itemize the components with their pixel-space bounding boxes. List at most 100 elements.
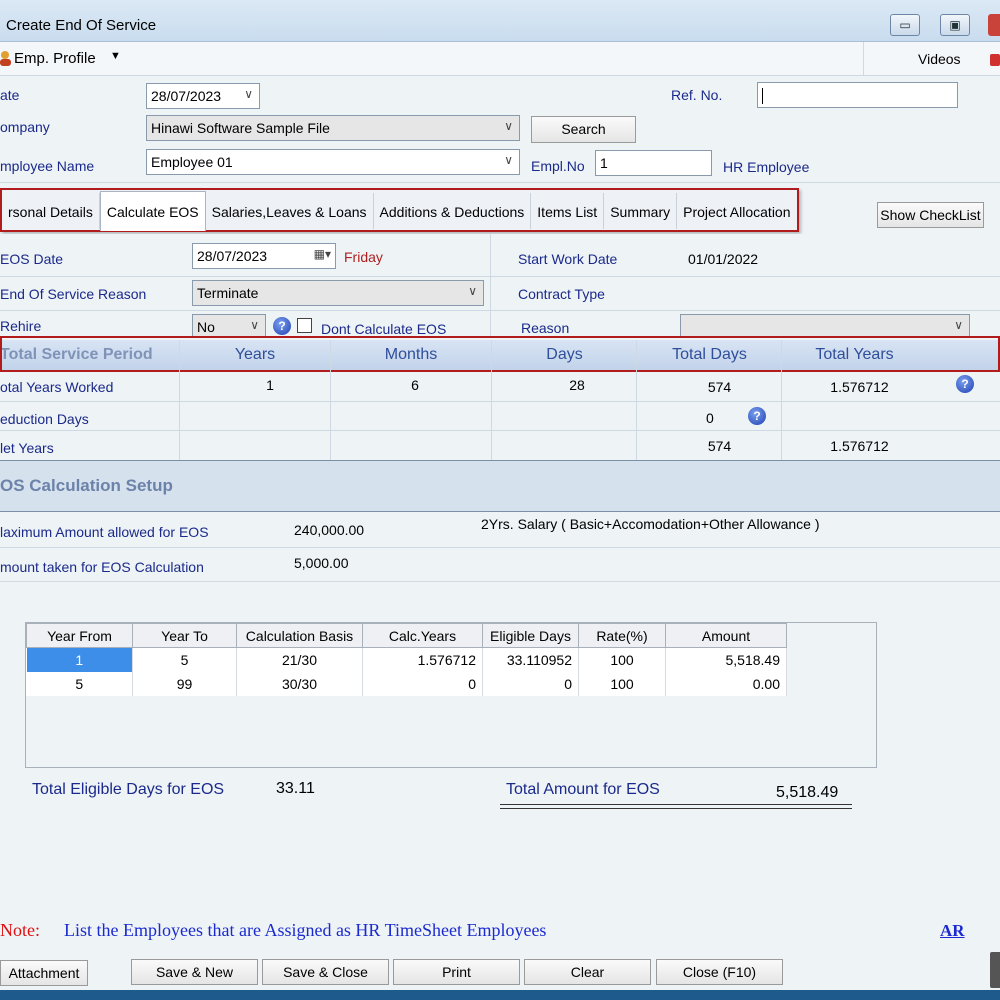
service-row-total-years: 1.576712 — [830, 438, 889, 454]
col-calc-years[interactable]: Calc.Years — [362, 623, 483, 648]
contract-type-label: Contract Type — [518, 286, 605, 302]
rehire-select[interactable]: No ∨ — [192, 314, 266, 338]
tab-project-allocation[interactable]: Project Allocation — [677, 193, 796, 229]
cell-calc-years[interactable]: 0 — [362, 671, 483, 696]
hr-employee-link[interactable]: HR Employee — [723, 159, 809, 175]
eos-date-value: 28/07/2023 — [197, 248, 268, 264]
col-rate[interactable]: Rate(%) — [578, 623, 666, 648]
reason-select[interactable]: Terminate ∨ — [192, 280, 484, 306]
emplno-label: Empl.No — [531, 158, 585, 174]
save-new-button[interactable]: Save & New — [131, 959, 258, 985]
cell-rate[interactable]: 100 — [578, 647, 666, 672]
chevron-down-icon: ∨ — [250, 318, 259, 332]
calc-table: Year From Year To Calculation Basis Calc… — [26, 623, 787, 696]
help-icon[interactable]: ? — [956, 375, 974, 393]
table-header-row: Year From Year To Calculation Basis Calc… — [26, 623, 787, 648]
total-eligible-value: 33.11 — [276, 780, 315, 797]
col-eligible-days[interactable]: Eligible Days — [482, 623, 579, 648]
tab-items-list[interactable]: Items List — [531, 193, 605, 229]
total-eligible-label: Total Eligible Days for EOS — [32, 781, 225, 798]
chevron-down-icon: ∨ — [954, 318, 963, 332]
col-calc-basis[interactable]: Calculation Basis — [236, 623, 363, 648]
service-header-highlight — [0, 336, 1000, 372]
service-row-label: let Years — [0, 440, 54, 456]
restore-button[interactable]: ▣ — [940, 14, 970, 36]
ar-link[interactable]: AR — [940, 921, 965, 941]
cell-amount[interactable]: 5,518.49 — [665, 647, 787, 672]
service-row-total-years: 1.576712 — [830, 379, 889, 395]
service-row-total-days: 0 — [706, 410, 714, 426]
save-close-button[interactable]: Save & Close — [262, 959, 389, 985]
tab-salaries-leaves-loans[interactable]: Salaries,Leaves & Loans — [206, 193, 374, 229]
emplno-input[interactable]: 1 — [595, 150, 712, 176]
ref-input[interactable] — [757, 82, 958, 108]
cell-calc-years[interactable]: 1.576712 — [362, 647, 483, 672]
attachment-button[interactable]: Attachment — [0, 960, 88, 986]
tab-bar: rsonal Details Calculate EOS Salaries,Le… — [0, 188, 799, 232]
close-f10-button[interactable]: Close (F10) — [656, 959, 783, 985]
date-field[interactable]: 28/07/2023 ∨ — [146, 83, 260, 109]
total-amount-label: Total Amount for EOS — [506, 781, 660, 798]
eos-date-field[interactable]: 28/07/2023 ▦▾ — [192, 243, 336, 269]
cell-year-to[interactable]: 99 — [132, 671, 237, 696]
table-row[interactable]: 1 5 21/30 1.576712 33.110952 100 5,518.4… — [26, 647, 787, 672]
row-divider — [0, 581, 1000, 582]
tab-personal-details[interactable]: rsonal Details — [2, 193, 100, 229]
show-checklist-button[interactable]: Show CheckList — [877, 202, 984, 228]
calculator-icon[interactable] — [990, 952, 1000, 988]
cell-calc-basis[interactable]: 30/30 — [236, 671, 363, 696]
service-row-total-days: 574 — [707, 438, 732, 454]
company-label: ompany — [0, 119, 50, 135]
max-amount-value: 240,000.00 — [294, 522, 365, 538]
rehire-label: Rehire — [0, 318, 42, 334]
cell-year-to[interactable]: 5 — [132, 647, 237, 672]
profile-icon — [0, 50, 12, 66]
video-icon — [990, 54, 1000, 66]
print-button[interactable]: Print — [393, 959, 520, 985]
search-button[interactable]: Search — [531, 116, 636, 143]
col-year-from[interactable]: Year From — [26, 623, 133, 648]
service-row-total-days: 574 — [707, 379, 732, 395]
close-window-button[interactable] — [988, 14, 1000, 36]
service-row-label: otal Years Worked — [0, 379, 114, 395]
minimize-button[interactable]: ▭ — [890, 14, 920, 36]
cell-year-from[interactable]: 5 — [26, 671, 133, 696]
videos-menu[interactable]: Videos — [918, 51, 961, 67]
max-amount-note: 2Yrs. Salary ( Basic+Accomodation+Other … — [481, 516, 820, 532]
col-amount[interactable]: Amount — [665, 623, 787, 648]
eos-day: Friday — [344, 249, 383, 265]
total-underline — [500, 804, 852, 809]
window-title: Create End Of Service — [6, 17, 157, 34]
employee-select[interactable]: Employee 01 ∨ — [146, 149, 520, 175]
total-amount-value: 5,518.49 — [776, 784, 839, 801]
date-value: 28/07/2023 — [151, 88, 222, 104]
note-text: List the Employees that are Assigned as … — [64, 920, 547, 940]
clear-button[interactable]: Clear — [524, 959, 651, 985]
cell-year-from[interactable]: 1 — [26, 647, 133, 672]
cell-amount[interactable]: 0.00 — [665, 671, 787, 696]
cell-rate[interactable]: 100 — [578, 671, 666, 696]
chevron-down-icon: ∨ — [504, 119, 513, 133]
start-work-label: Start Work Date — [518, 251, 618, 267]
tab-calculate-eos[interactable]: Calculate EOS — [99, 191, 206, 231]
tab-summary[interactable]: Summary — [604, 193, 678, 229]
cell-calc-basis[interactable]: 21/30 — [236, 647, 363, 672]
table-row[interactable]: 5 99 30/30 0 0 100 0.00 — [26, 671, 787, 696]
menu-divider — [863, 42, 864, 76]
eos-panel-divider — [490, 234, 491, 338]
emp-profile-menu[interactable]: Emp. Profile — [14, 50, 96, 67]
reason2-select[interactable]: ∨ — [680, 314, 970, 338]
company-select[interactable]: Hinawi Software Sample File ∨ — [146, 115, 520, 141]
col-year-to[interactable]: Year To — [132, 623, 237, 648]
rehire-value: No — [197, 319, 215, 335]
date-label: ate — [0, 87, 20, 103]
help-icon[interactable]: ? — [273, 317, 291, 335]
cell-eligible-days[interactable]: 33.110952 — [482, 647, 579, 672]
dont-calc-checkbox[interactable] — [297, 318, 312, 333]
calendar-icon[interactable]: ▦▾ — [314, 247, 331, 261]
help-icon[interactable]: ? — [748, 407, 766, 425]
cell-eligible-days[interactable]: 0 — [482, 671, 579, 696]
chevron-down-icon: ∨ — [468, 284, 477, 298]
tab-additions-deductions[interactable]: Additions & Deductions — [374, 193, 532, 229]
row-divider — [0, 547, 1000, 548]
